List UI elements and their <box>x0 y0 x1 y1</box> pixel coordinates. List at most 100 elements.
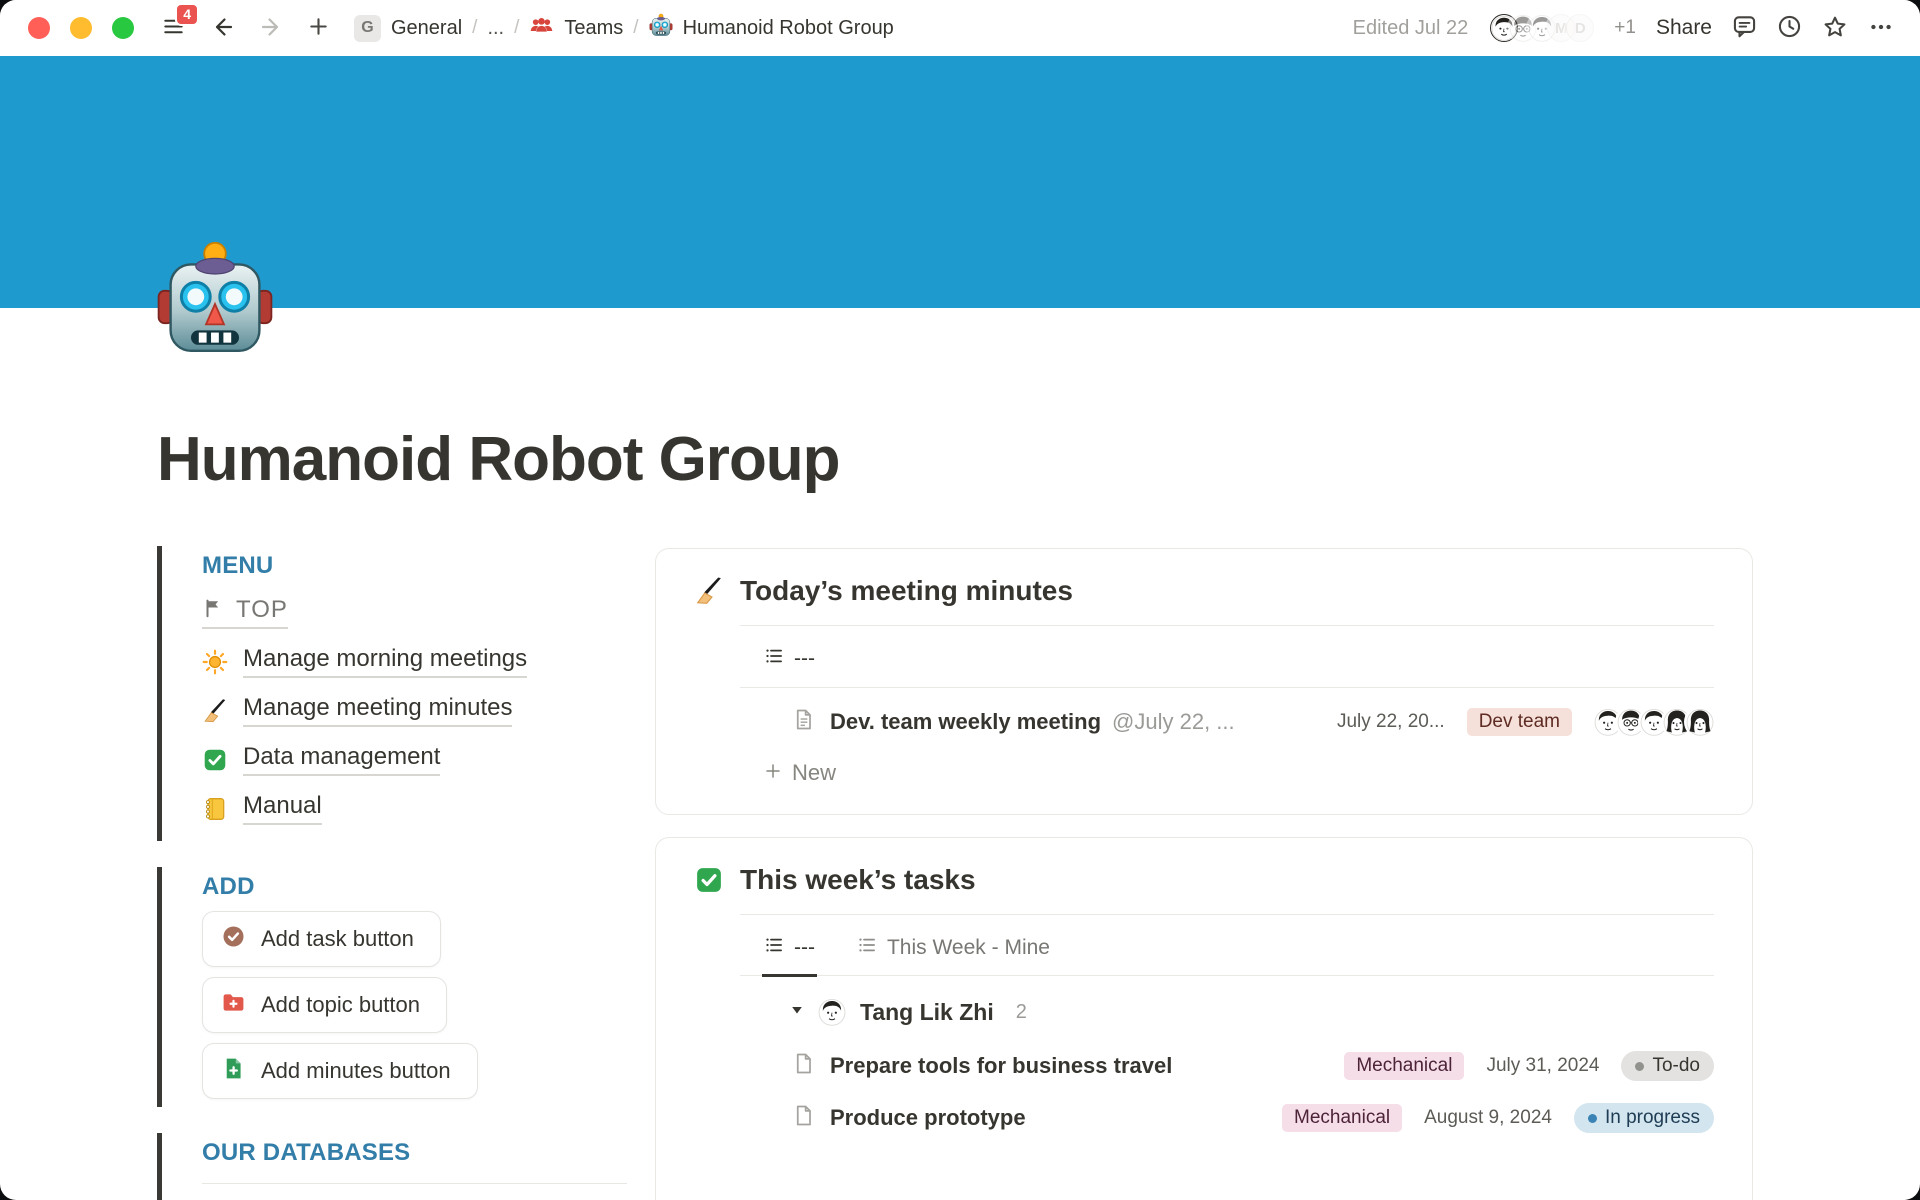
menu-link-morning-meetings[interactable]: Manage morning meetings <box>202 637 627 686</box>
back-button[interactable] <box>211 15 235 42</box>
avatar <box>818 998 846 1026</box>
teams-people-icon <box>529 13 554 44</box>
right-column: Today’s meeting minutes --- Dev. team we… <box>655 548 1753 1200</box>
workspace-initial-chip[interactable]: G <box>354 15 381 42</box>
menu-link-label: TOP <box>236 596 288 624</box>
topbar: 4 G General / ... / Teams <box>0 0 1920 56</box>
avatar-initial[interactable]: D <box>1566 14 1594 42</box>
comment-icon <box>1732 14 1757 42</box>
flag-icon <box>202 597 224 624</box>
task-title: Produce prototype <box>830 1105 1026 1131</box>
menu-section: MENU TOP Manage morning meetings <box>157 546 627 841</box>
task-row[interactable]: Prepare tools for business travel Mechan… <box>740 1040 1714 1092</box>
more-options-button[interactable] <box>1868 14 1894 43</box>
menu-link-manual[interactable]: Manual <box>202 784 627 833</box>
page-cover[interactable] <box>0 56 1920 308</box>
breadcrumb-separator: / <box>633 17 638 39</box>
sidebar-toggle-button[interactable]: 4 <box>162 15 185 41</box>
menu-heading: MENU <box>202 552 627 580</box>
view-tab-this-week-mine[interactable]: This Week - Mine <box>855 935 1052 977</box>
status-dot <box>1588 1114 1597 1123</box>
group-header-row[interactable]: Tang Lik Zhi 2 <box>740 976 1714 1038</box>
meeting-title: Dev. team weekly meeting <box>830 709 1101 735</box>
updates-history-button[interactable] <box>1777 14 1802 42</box>
databases-section: OUR DATABASES Minutes DB <box>157 1133 627 1200</box>
topbar-actions: Edited Jul 22 M D +1 Share <box>1353 14 1894 43</box>
bulleted-list-icon <box>857 935 877 961</box>
file-plus-icon <box>221 1056 246 1087</box>
forward-arrow-icon <box>259 15 283 42</box>
view-tab-bar: --- This Week - Mine <box>740 915 1714 977</box>
breadcrumb-page[interactable]: Humanoid Robot Group <box>683 17 894 40</box>
page-icon <box>792 1052 815 1080</box>
window-controls <box>28 17 134 39</box>
add-button-label: Add topic button <box>261 992 420 1018</box>
view-tab[interactable]: --- <box>762 646 817 688</box>
category-tag: Mechanical <box>1282 1104 1402 1132</box>
favorite-button[interactable] <box>1822 14 1848 43</box>
minimize-window-button[interactable] <box>70 17 92 39</box>
add-heading: ADD <box>202 873 627 901</box>
view-tab-label: --- <box>794 936 815 960</box>
menu-link-label: Manage meeting minutes <box>243 694 512 727</box>
zoom-window-button[interactable] <box>112 17 134 39</box>
add-section: ADD Add task button Add topic button <box>157 867 627 1107</box>
menu-link-data-management[interactable]: Data management <box>202 735 627 784</box>
add-task-button[interactable]: Add task button <box>202 911 441 967</box>
status-badge: In progress <box>1574 1103 1714 1133</box>
check-emoji-icon <box>694 865 724 895</box>
writing-hand-emoji-icon <box>694 576 724 606</box>
meeting-row[interactable]: Dev. team weekly meeting @July 22, ... J… <box>740 696 1714 748</box>
new-page-button[interactable] <box>307 15 330 41</box>
task-check-circle-icon <box>221 924 246 955</box>
category-tag: Mechanical <box>1344 1052 1464 1080</box>
task-row[interactable]: Produce prototype Mechanical August 9, 2… <box>740 1092 1714 1144</box>
card-title[interactable]: This week’s tasks <box>740 864 976 896</box>
left-column: MENU TOP Manage morning meetings <box>157 546 627 1200</box>
avatar-overflow-count[interactable]: +1 <box>1614 17 1636 39</box>
databases-heading: OUR DATABASES <box>202 1139 627 1167</box>
edited-timestamp[interactable]: Edited Jul 22 <box>1353 17 1469 40</box>
page-title[interactable]: Humanoid Robot Group <box>157 424 840 495</box>
due-date: July 31, 2024 <box>1486 1055 1599 1077</box>
breadcrumb-collapsed[interactable]: ... <box>487 17 504 40</box>
add-button-label: Add task button <box>261 926 414 952</box>
collaborator-avatars: M D <box>1490 14 1594 42</box>
due-date: August 9, 2024 <box>1424 1107 1552 1129</box>
comments-button[interactable] <box>1732 14 1757 42</box>
ledger-emoji-icon <box>202 796 228 822</box>
page-icon-robot-emoji[interactable] <box>155 238 275 358</box>
view-tab-label: This Week - Mine <box>887 936 1050 960</box>
folder-plus-icon <box>221 990 246 1021</box>
star-icon <box>1822 14 1848 43</box>
close-window-button[interactable] <box>28 17 50 39</box>
breadcrumb-separator: / <box>514 17 519 39</box>
view-tab-active[interactable]: --- <box>762 935 817 977</box>
notification-badge: 4 <box>175 3 199 26</box>
menu-link-label: Manage morning meetings <box>243 645 527 678</box>
task-title: Prepare tools for business travel <box>830 1053 1172 1079</box>
group-count: 2 <box>1016 1001 1027 1024</box>
meeting-minutes-card: Today’s meeting minutes --- Dev. team we… <box>655 548 1753 815</box>
share-button[interactable]: Share <box>1656 16 1712 40</box>
minutes-db-link[interactable]: Minutes DB <box>202 1192 627 1200</box>
menu-link-meeting-minutes[interactable]: Manage meeting minutes <box>202 686 627 735</box>
forward-button[interactable] <box>259 15 283 42</box>
breadcrumb-teams[interactable]: Teams <box>564 17 623 40</box>
add-minutes-button[interactable]: Add minutes button <box>202 1043 478 1099</box>
menu-link-top[interactable]: TOP <box>202 588 627 637</box>
status-badge: To-do <box>1621 1051 1714 1081</box>
dev-team-tag: Dev team <box>1467 708 1572 736</box>
view-tab-bar: --- <box>740 626 1714 688</box>
divider <box>202 1183 627 1184</box>
weekly-tasks-card: This week’s tasks --- This Week - Mine <box>655 837 1753 1200</box>
card-title[interactable]: Today’s meeting minutes <box>740 575 1073 607</box>
collapse-triangle-icon[interactable] <box>790 1003 804 1022</box>
page-icon <box>792 708 815 736</box>
robot-emoji-icon <box>649 13 673 43</box>
new-row-button[interactable]: New <box>740 748 1714 800</box>
breadcrumb-workspace[interactable]: General <box>391 17 462 40</box>
check-emoji-icon <box>202 747 228 773</box>
group-name: Tang Lik Zhi <box>860 999 994 1026</box>
add-topic-button[interactable]: Add topic button <box>202 977 447 1033</box>
